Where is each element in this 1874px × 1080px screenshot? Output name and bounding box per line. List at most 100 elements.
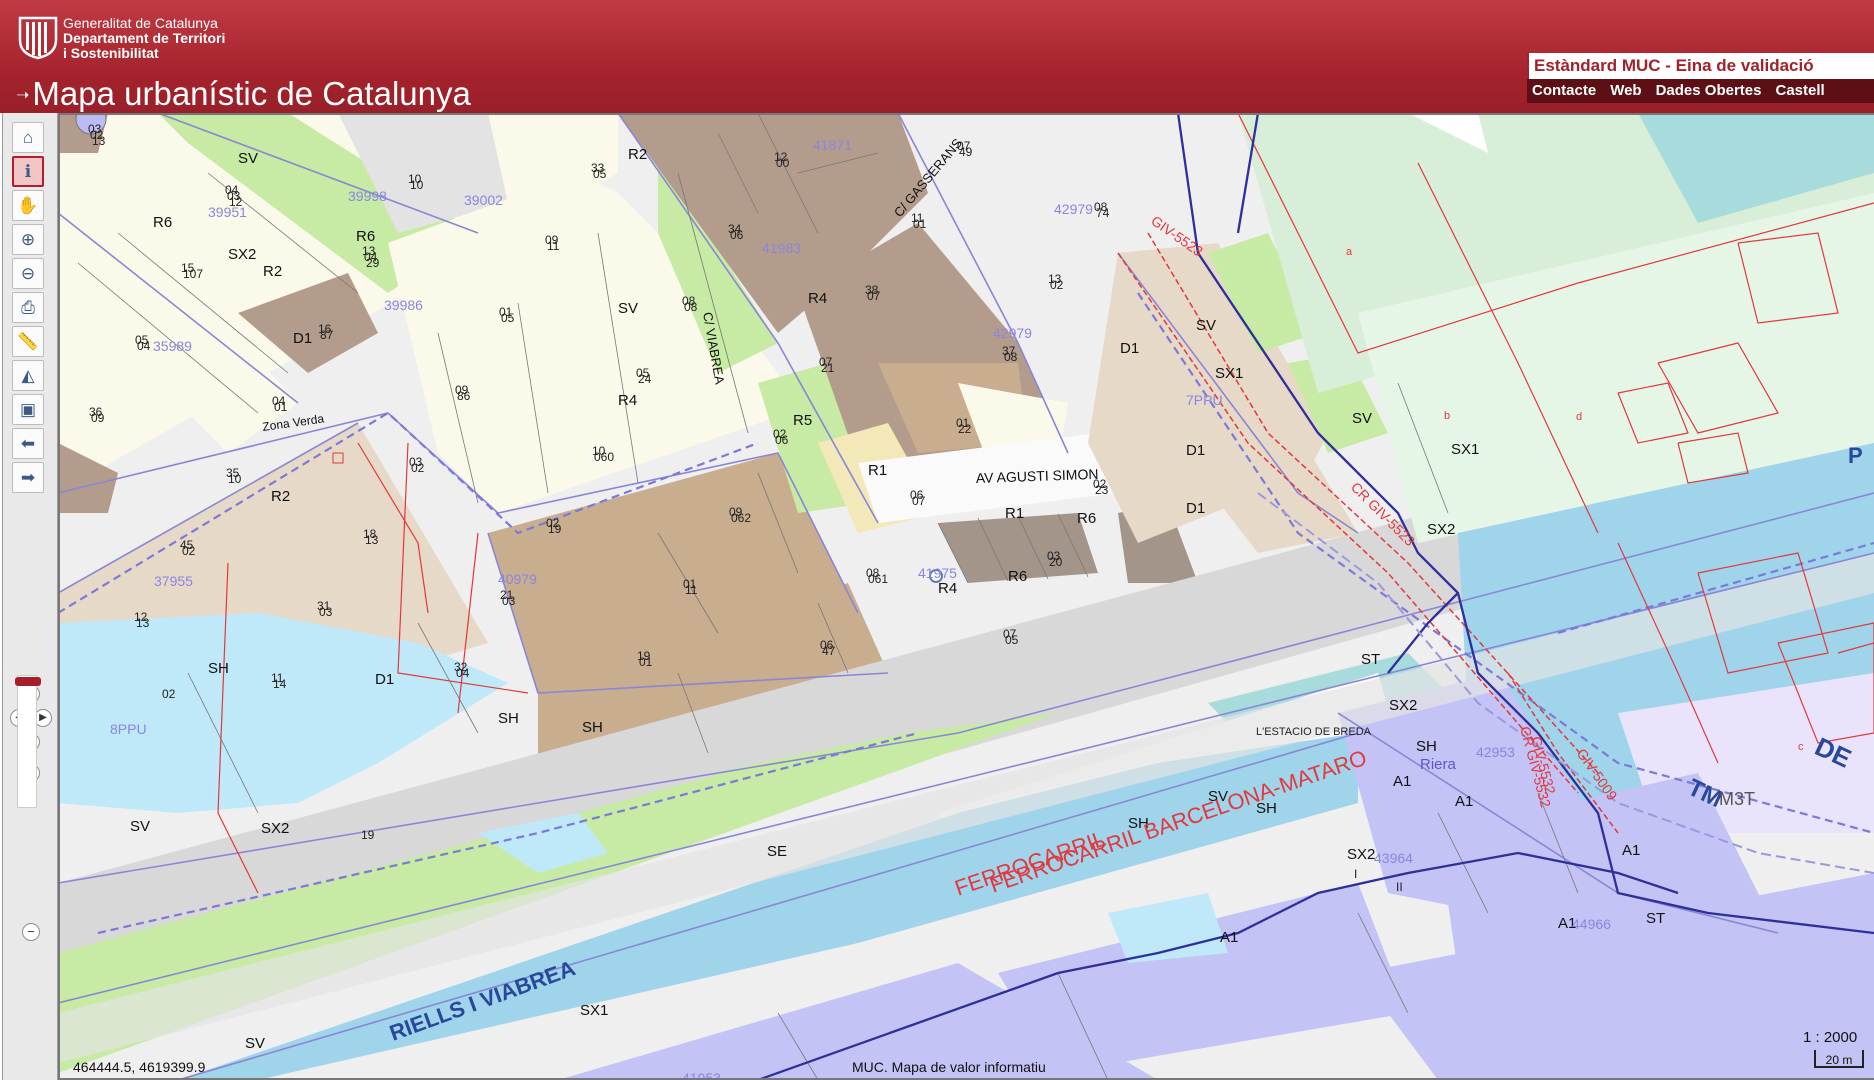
tool-measure-line-button[interactable]: 📏 xyxy=(12,326,44,357)
tool-zoom-out-box-button[interactable]: ⊖ xyxy=(12,258,44,289)
zone-label: R5 xyxy=(793,412,812,429)
zone-label: SX2 xyxy=(261,820,289,837)
zone-label: ST xyxy=(1646,910,1665,927)
arrow-right-icon: ➝ xyxy=(16,87,30,105)
measure-area-icon: ◭ xyxy=(21,365,35,385)
parcel-number: 74 xyxy=(1096,206,1110,220)
zone-label: SV xyxy=(130,818,150,835)
sector-code: 43964 xyxy=(1374,850,1413,866)
zone-label: R4 xyxy=(808,290,827,307)
zone-label: R6 xyxy=(356,228,375,245)
parcel-number: 107 xyxy=(183,267,203,281)
tool-pan-hand-button[interactable]: ✋ xyxy=(12,190,44,221)
sector-code: 39002 xyxy=(464,192,503,208)
zone-label: D1 xyxy=(375,671,394,688)
street-label: P xyxy=(1848,443,1863,468)
sector-code: 42979 xyxy=(993,325,1032,341)
urban-plan-map[interactable]: SV R6 SX2 R2 R6 D1 R4 R2 R4 R5 R1 R1 R6 R4 SV D1 SV SX1 D1… xyxy=(58,113,1874,1080)
zone-label: SX1 xyxy=(1451,441,1479,458)
sector-code: 39951 xyxy=(208,204,247,220)
parcel-number: 10 xyxy=(410,178,424,192)
zone-label: SH xyxy=(1416,738,1437,755)
zone-label: A1 xyxy=(1220,929,1238,946)
parcel-number: 87 xyxy=(320,328,334,342)
parcel-number: 06 xyxy=(775,433,789,447)
nav-link-castell[interactable]: Castell xyxy=(1770,79,1833,103)
zone-label: ST xyxy=(1361,651,1380,668)
street-label: 02 xyxy=(162,687,176,701)
parcel-number: 062 xyxy=(731,511,751,525)
parcel-number: 23 xyxy=(1095,483,1109,497)
zone-label: R1 xyxy=(868,462,887,479)
sector-code: 41953 xyxy=(682,1070,721,1080)
app-title-text: Mapa urbanístic de Catalunya xyxy=(32,75,471,112)
parcel-number: 060 xyxy=(594,450,614,464)
cursor-coordinates: 464444.5, 4619399.9 xyxy=(73,1059,206,1075)
street-label: L'ESTACIO DE BREDA xyxy=(1256,726,1372,738)
sector-code: 41871 xyxy=(813,137,852,153)
zone-label: R4 xyxy=(618,392,637,409)
tool-map-extent-button[interactable]: ▣ xyxy=(12,394,44,425)
parcel-number: 04 xyxy=(137,339,151,353)
street-label: I xyxy=(1354,867,1357,881)
parcel-number: 01 xyxy=(913,217,927,231)
scale-bar: 20 m xyxy=(1814,1050,1864,1068)
zone-label: SV xyxy=(1196,317,1216,334)
parcel-number: 08 xyxy=(1004,350,1018,364)
info-icon: ℹ xyxy=(24,161,32,181)
zone-label: D1 xyxy=(1120,340,1139,357)
zone-label: R6 xyxy=(1077,510,1096,527)
parcel-number: 86 xyxy=(457,389,471,403)
sector-code: 35989 xyxy=(153,338,192,354)
parcel-number: 13 xyxy=(92,134,106,148)
parcel-number: 08 xyxy=(684,300,698,314)
tool-next-view-button[interactable]: ➡ xyxy=(12,462,44,493)
parcel-number: 061 xyxy=(868,572,888,586)
next-view-icon: ➡ xyxy=(20,467,36,487)
parcel-number: 14 xyxy=(273,677,287,691)
parcel-number: 22 xyxy=(958,422,972,436)
org-line-2: Departament de Territori xyxy=(63,30,226,46)
map-toolbar: ⌂ℹ✋⊕⊖⎙📏◭▣⬅➡ ▲ ◀ ▶ ▼ + − xyxy=(2,113,58,1080)
measure-line-icon: 📏 xyxy=(17,331,39,351)
zoom-slider-handle[interactable] xyxy=(15,677,41,686)
nav-link-contacte[interactable]: Contacte xyxy=(1527,79,1605,103)
sector-code: 44966 xyxy=(1572,916,1611,932)
parcel-number: 13 xyxy=(365,533,379,547)
nav-link-dades-obertes[interactable]: Dades Obertes xyxy=(1651,79,1771,103)
parcel-number: 07 xyxy=(867,289,881,303)
nav-link-web[interactable]: Web xyxy=(1605,79,1650,103)
tool-home-button[interactable]: ⌂ xyxy=(12,122,44,153)
parcel-number: 00 xyxy=(776,156,790,170)
minus-icon: − xyxy=(27,924,35,939)
parcel-number: 24 xyxy=(638,372,652,386)
tool-previous-view-button[interactable]: ⬅ xyxy=(12,428,44,459)
tool-print-button[interactable]: ⎙ xyxy=(12,292,44,323)
zone-label: SX2 xyxy=(228,246,256,263)
street-label: d xyxy=(1576,411,1582,423)
zoom-out-button[interactable]: − xyxy=(22,923,40,941)
zoom-slider-track[interactable] xyxy=(17,675,37,808)
parcel-number: 21 xyxy=(821,361,835,375)
parcel-number: 20 xyxy=(1049,555,1063,569)
standard-title: Estàndard MUC - Eina de validació xyxy=(1527,53,1874,79)
sector-code: 41983 xyxy=(762,240,801,256)
parcel-number: 09 xyxy=(91,411,105,425)
tool-zoom-in-box-button[interactable]: ⊕ xyxy=(12,224,44,255)
sector-code: 41975 xyxy=(918,565,957,581)
zone-label: D1 xyxy=(1186,500,1205,517)
parcel-number: 19 xyxy=(548,522,562,536)
sector-code: 39986 xyxy=(384,297,423,313)
zone-label: SV xyxy=(245,1035,265,1052)
parcel-number: 11 xyxy=(685,583,698,597)
zone-label: R2 xyxy=(271,488,290,505)
street-label: 7PPU xyxy=(1186,392,1223,408)
map-viewport[interactable]: SV R6 SX2 R2 R6 D1 R4 R2 R4 R5 R1 R1 R6 R4 SV D1 SV SX1 D1… xyxy=(58,113,1874,1080)
parcel-number: 05 xyxy=(501,311,515,325)
tool-measure-area-button[interactable]: ◭ xyxy=(12,360,44,391)
parcel-number: 47 xyxy=(822,644,836,658)
parcel-number: 03 xyxy=(319,605,333,619)
zone-label: D1 xyxy=(293,330,312,347)
org-line-1: Generalitat de Catalunya xyxy=(63,15,218,31)
tool-info-button[interactable]: ℹ xyxy=(12,156,44,187)
